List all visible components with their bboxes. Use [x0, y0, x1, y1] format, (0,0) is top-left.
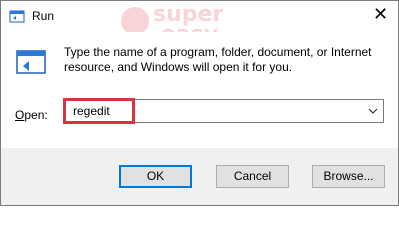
run-icon [16, 50, 46, 74]
open-label-text: pen: [24, 108, 48, 122]
open-label-accesskey: O [15, 108, 25, 122]
red-highlight-box [63, 98, 135, 124]
chevron-down-icon[interactable] [366, 103, 380, 119]
browse-button[interactable]: Browse... [312, 165, 385, 188]
open-combobox[interactable]: regedit [63, 98, 384, 124]
dialog-content: Type the name of a program, folder, docu… [1, 32, 398, 148]
ok-button[interactable]: OK [119, 165, 192, 188]
cancel-button[interactable]: Cancel [216, 165, 289, 188]
window-title: Run [32, 9, 55, 23]
dialog-description: Type the name of a program, folder, docu… [64, 45, 372, 74]
open-label: Open: [15, 108, 48, 122]
dialog-footer: OK Cancel Browse... [1, 148, 398, 205]
close-button[interactable]: ✕ [362, 1, 398, 32]
close-icon: ✕ [373, 4, 389, 25]
run-app-icon [9, 10, 25, 23]
title-bar: Run super easy ✕ [1, 1, 398, 47]
watermark-icon [121, 7, 149, 35]
run-dialog: Run super easy ✕ Type the name of a prog… [0, 0, 399, 206]
